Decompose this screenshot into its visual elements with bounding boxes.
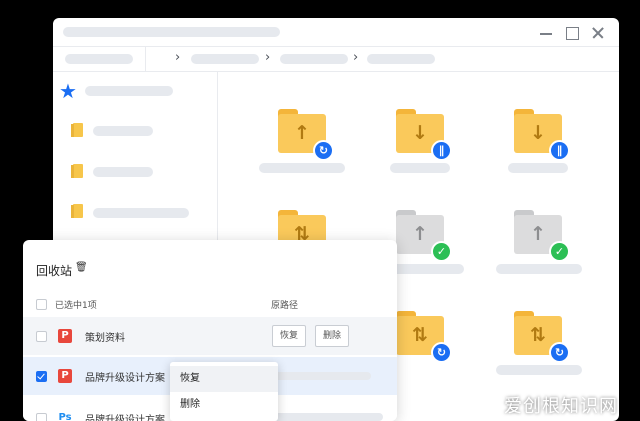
folder-transfer[interactable]: ⇅ ↻ <box>396 311 452 363</box>
photoshop-file-icon: Ps <box>58 411 72 421</box>
minimize-icon[interactable] <box>537 24 555 42</box>
check-icon: ✓ <box>431 241 452 262</box>
menu-item-delete[interactable]: 删除 <box>170 392 278 418</box>
title-bar <box>53 18 619 46</box>
panel-title: 回收站 <box>36 264 73 278</box>
restore-button[interactable]: 恢复 <box>272 325 307 347</box>
pdf-file-icon: P <box>58 369 72 383</box>
star-icon: ★ <box>59 79 77 103</box>
path-placeholder <box>273 372 371 380</box>
pause-icon: ∥ <box>431 140 452 161</box>
folder-transfer[interactable]: ⇅ ↻ <box>514 311 570 363</box>
maximize-icon[interactable] <box>563 24 581 42</box>
table-header: 已选中1项 原路径 <box>23 296 397 312</box>
chevron-right-icon: › <box>265 50 271 65</box>
sync-icon: ↻ <box>549 342 570 363</box>
original-path-header: 原路径 <box>271 301 299 311</box>
folder-download[interactable]: ↓ ∥ <box>396 109 452 161</box>
close-icon[interactable] <box>589 24 607 42</box>
title-placeholder <box>63 27 280 37</box>
pause-icon: ∥ <box>549 140 570 161</box>
trash-icon[interactable]: 🗑 <box>75 262 88 273</box>
context-menu: 恢复 删除 <box>170 362 278 421</box>
sidebar-item[interactable] <box>93 208 189 218</box>
file-name: 品牌升级设计方案 <box>85 373 165 384</box>
row-checkbox[interactable] <box>36 331 47 342</box>
folder-download[interactable]: ↓ ∥ <box>514 109 570 161</box>
folder-label <box>508 163 568 173</box>
folder-upload[interactable]: ↑ ↻ <box>278 109 334 161</box>
path-divider <box>145 47 146 71</box>
sidebar-item-favorites[interactable] <box>85 86 173 96</box>
path-bar: › › › <box>53 46 619 72</box>
folder-icon <box>71 164 83 178</box>
folder-icon <box>71 204 83 218</box>
sidebar-item[interactable] <box>93 126 153 136</box>
pdf-file-icon: P <box>58 329 72 343</box>
sync-icon: ↻ <box>431 342 452 363</box>
folder-label <box>496 264 582 274</box>
menu-item-restore[interactable]: 恢复 <box>170 366 278 392</box>
folder-label <box>496 365 582 375</box>
delete-button[interactable]: 删除 <box>315 325 350 347</box>
folder-icon <box>71 123 83 137</box>
folder-label <box>390 163 450 173</box>
chevron-right-icon: › <box>175 50 181 65</box>
file-name: 策划资料 <box>85 333 125 344</box>
sync-icon: ↻ <box>313 140 334 161</box>
chevron-right-icon: › <box>353 50 359 65</box>
nav-placeholder[interactable] <box>65 54 133 64</box>
watermark: 爱创根知识网 <box>504 396 618 417</box>
breadcrumb-item[interactable] <box>191 54 259 64</box>
folder-label <box>259 163 345 173</box>
folder-upload-complete[interactable]: ↑ ✓ <box>396 210 452 262</box>
selected-count: 已选中1项 <box>55 301 97 311</box>
breadcrumb-item[interactable] <box>280 54 348 64</box>
table-row[interactable]: P 策划资料 恢复 删除 <box>23 317 397 355</box>
path-placeholder <box>273 413 383 421</box>
file-name: 品牌升级设计方案 <box>85 415 165 421</box>
sidebar-item[interactable] <box>93 167 153 177</box>
check-icon: ✓ <box>549 241 570 262</box>
row-checkbox[interactable] <box>36 371 47 382</box>
row-checkbox[interactable] <box>36 413 47 421</box>
breadcrumb-item[interactable] <box>367 54 435 64</box>
select-all-checkbox[interactable] <box>36 299 47 310</box>
folder-upload-complete[interactable]: ↑ ✓ <box>514 210 570 262</box>
folder-label <box>390 264 464 274</box>
